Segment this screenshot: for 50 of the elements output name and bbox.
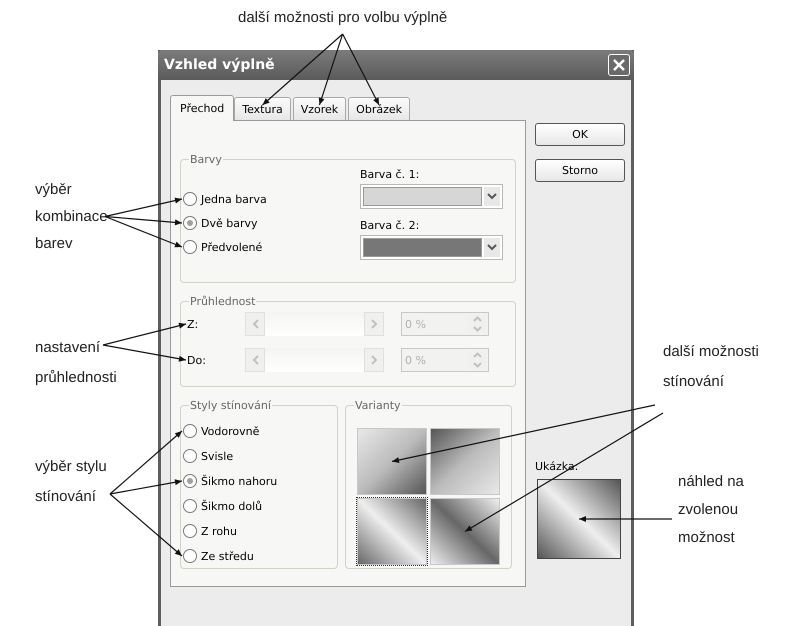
annotation-text: další možnosti stínování: [663, 342, 759, 392]
window-title: Vzhled výplně: [164, 57, 275, 73]
annotation-text: náhled na zvolenou možnost: [678, 472, 744, 548]
group-label: Varianty: [354, 399, 402, 412]
annotation-text: nastavení průhlednosti: [35, 338, 117, 388]
dropdown-button[interactable]: [484, 238, 500, 257]
gradient-swatch[interactable]: [357, 428, 427, 495]
chevron-left-icon: [252, 319, 258, 329]
annotation-text: výběr stylu stínování: [35, 457, 107, 507]
chevron-right-icon: [370, 319, 378, 329]
chevron-down-icon: [472, 362, 482, 368]
tab[interactable]: Vzorek: [292, 97, 346, 120]
gradient-swatch[interactable]: [430, 428, 500, 495]
field-label: Barva č. 2:: [360, 219, 420, 232]
tab[interactable]: Obrázek: [348, 97, 410, 120]
close-button[interactable]: [608, 54, 630, 76]
radio-option[interactable]: Z rohu: [183, 522, 329, 540]
radio-option[interactable]: Šikmo nahoru: [183, 472, 329, 490]
color-dropdown[interactable]: [360, 235, 503, 260]
chevron-down-icon: [487, 193, 497, 200]
tab[interactable]: Textura: [234, 97, 291, 120]
field-label: Do:: [187, 354, 207, 366]
radio-option[interactable]: Vodorovně: [183, 422, 329, 440]
chevron-up-icon: [472, 316, 482, 322]
gradient-swatch[interactable]: [357, 498, 427, 565]
annotation-text: další možnosti pro volbu výplně: [238, 8, 448, 28]
radio-option[interactable]: Ze středu: [183, 547, 329, 565]
chevron-down-icon: [472, 326, 482, 332]
close-icon: [612, 58, 626, 72]
dropdown-button[interactable]: [484, 187, 500, 206]
annotation-text: výběr kombinace barev: [35, 180, 108, 254]
chevron-down-icon: [487, 244, 497, 251]
group-label: Styly stínování: [189, 399, 272, 412]
chevron-up-icon: [472, 352, 482, 358]
chevron-right-icon: [370, 355, 378, 365]
radio-option[interactable]: Svisle: [183, 447, 329, 465]
radio-option[interactable]: Dvě barvy: [183, 214, 267, 232]
dialog-button[interactable]: Storno: [535, 159, 625, 182]
field-label: Barva č. 1:: [360, 168, 420, 181]
gradient-swatch[interactable]: [430, 498, 500, 565]
dialog-button[interactable]: OK: [535, 123, 625, 146]
radio-option[interactable]: Šikmo dolů: [183, 497, 329, 515]
chevron-left-icon: [252, 355, 258, 365]
radio-option[interactable]: Jedna barva: [183, 190, 267, 208]
radio-option[interactable]: Předvolené: [183, 238, 267, 256]
tab[interactable]: Přechod: [170, 95, 234, 121]
field-label: Z:: [187, 318, 200, 330]
color-dropdown[interactable]: [360, 184, 503, 209]
group-label: Barvy: [189, 153, 223, 166]
group-label: Průhlednost: [189, 295, 256, 308]
